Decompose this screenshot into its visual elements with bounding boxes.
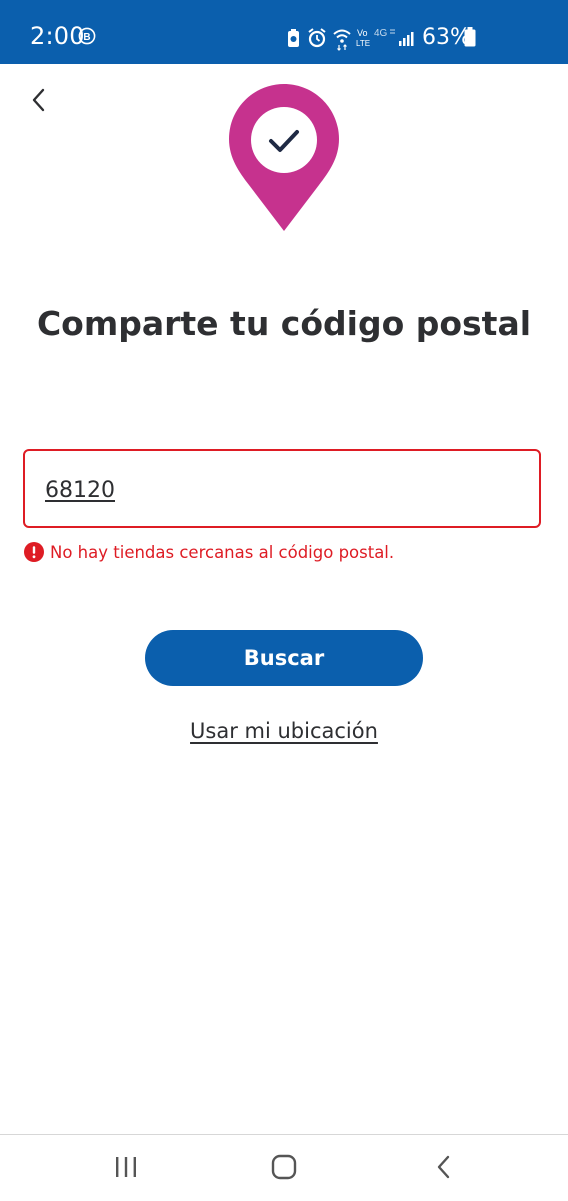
status-time: 2:00 bbox=[30, 22, 85, 50]
back-icon[interactable] bbox=[432, 1153, 456, 1181]
status-bar: 2:00 B Vo LTE 4G 63% bbox=[0, 0, 568, 64]
wifi-icon bbox=[333, 29, 351, 51]
navigation-bar bbox=[0, 1134, 568, 1201]
chevron-left-icon bbox=[32, 88, 45, 112]
battery-icon bbox=[464, 27, 476, 47]
battery-saver-icon bbox=[288, 29, 299, 47]
recent-apps-icon[interactable] bbox=[112, 1155, 140, 1179]
b-icon: B bbox=[78, 27, 96, 45]
error-text: No hay tiendas cercanas al código postal… bbox=[50, 543, 395, 562]
signal-icon bbox=[399, 32, 414, 46]
postal-code-value[interactable]: 68120 bbox=[45, 477, 115, 505]
volte-icon: Vo LTE bbox=[356, 28, 370, 48]
svg-text:B: B bbox=[83, 32, 90, 43]
map-pin-check-icon bbox=[229, 84, 339, 231]
alarm-icon bbox=[308, 28, 326, 48]
postal-code-field[interactable]: 68120 bbox=[23, 449, 541, 528]
use-location-link[interactable]: Usar mi ubicación bbox=[190, 719, 378, 743]
page-title: Comparte tu código postal bbox=[36, 304, 532, 343]
use-location-row: Usar mi ubicación bbox=[0, 716, 568, 746]
search-button[interactable]: Buscar bbox=[145, 630, 423, 686]
home-icon[interactable] bbox=[270, 1153, 298, 1181]
svg-text:Vo: Vo bbox=[357, 28, 368, 38]
4g-icon: 4G bbox=[374, 28, 395, 39]
svg-text:LTE: LTE bbox=[356, 39, 370, 48]
svg-text:4G: 4G bbox=[374, 28, 388, 39]
error-icon bbox=[24, 542, 44, 562]
back-button[interactable] bbox=[22, 82, 58, 118]
